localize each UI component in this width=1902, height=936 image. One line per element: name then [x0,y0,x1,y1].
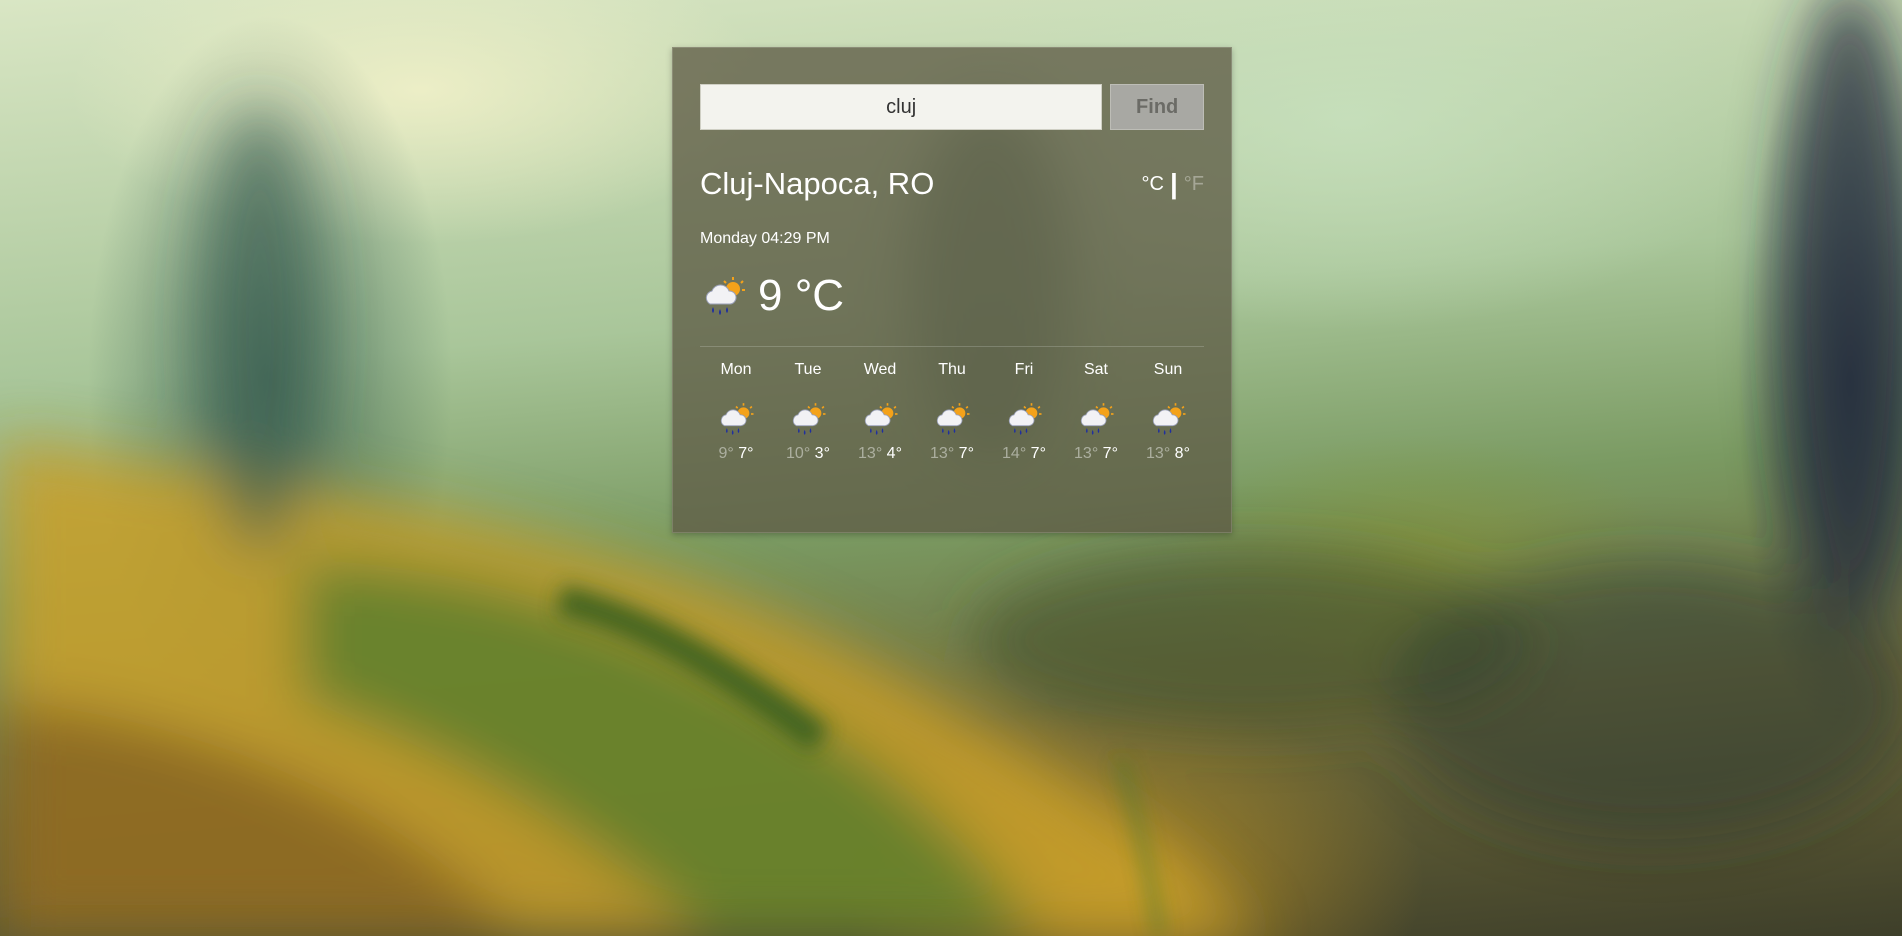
find-button[interactable]: Find [1110,84,1204,130]
weather-card: Find Cluj-Napoca, RO °C | °F Monday 04:2… [672,47,1232,533]
low-temp: 3° [814,445,830,462]
current-temperature: 9 °C [758,271,845,320]
forecast-day: Sat 13° 7° [1065,361,1127,463]
unit-toggle: °C | °F [1141,170,1204,198]
divider [700,346,1204,347]
day-temps: 13° 7° [1065,445,1127,463]
weekly-forecast: Mon 9° 7° Tue 10° 3° Wed 13° 4° Thu 13° … [700,361,1204,463]
search-input[interactable] [700,84,1103,130]
day-name: Sat [1083,361,1108,378]
forecast-day: Thu 13° 7° [921,361,983,463]
forecast-day: Wed 13° 4° [849,361,911,463]
rain-cloud-sun-icon [931,399,973,439]
day-name: Sun [1153,361,1183,378]
rain-cloud-sun-icon [705,277,745,315]
rain-cloud-sun-icon [787,399,829,439]
day-temps: 13° 7° [921,445,983,463]
forecast-day: Mon 9° 7° [705,361,767,463]
low-temp: 7° [1102,445,1118,462]
forecast-day: Sun 13° 8° [1137,361,1199,463]
high-temp: 13° [930,445,955,462]
day-name: Tue [794,361,822,378]
forecast-day: Tue 10° 3° [777,361,839,463]
low-temp: 7° [738,445,754,462]
low-temp: 7° [1030,445,1046,462]
high-temp: 14° [1002,445,1027,462]
day-temps: 13° 8° [1137,445,1199,463]
high-temp: 10° [786,445,811,462]
day-temps: 9° 7° [705,445,767,463]
day-name: Fri [1014,361,1034,378]
search-bar: Find [700,84,1204,130]
high-temp: 13° [1074,445,1099,462]
low-temp: 4° [886,445,902,462]
day-name: Mon [720,361,752,378]
current-conditions: 9 °C [700,268,1204,324]
rain-cloud-sun-icon [1003,399,1045,439]
low-temp: 8° [1174,445,1190,462]
fahrenheit-toggle[interactable]: °F [1184,173,1204,196]
rain-cloud-sun-icon [1075,399,1117,439]
unit-separator: | [1169,168,1178,199]
rain-cloud-sun-icon [859,399,901,439]
rain-cloud-sun-icon [715,399,757,439]
city-name: Cluj-Napoca, RO [700,166,935,201]
day-temps: 14° 7° [993,445,1055,463]
celsius-toggle[interactable]: °C [1141,173,1163,196]
rain-cloud-sun-icon [1147,399,1189,439]
location-header: Cluj-Napoca, RO °C | °F [700,164,1204,204]
day-temps: 13° 4° [849,445,911,463]
high-temp: 13° [1146,445,1171,462]
day-name: Wed [863,361,897,378]
high-temp: 13° [858,445,883,462]
current-datetime: Monday 04:29 PM [700,230,830,247]
day-name: Thu [938,361,966,378]
forecast-day: Fri 14° 7° [993,361,1055,463]
low-temp: 7° [958,445,974,462]
high-temp: 9° [718,445,734,462]
day-temps: 10° 3° [777,445,839,463]
